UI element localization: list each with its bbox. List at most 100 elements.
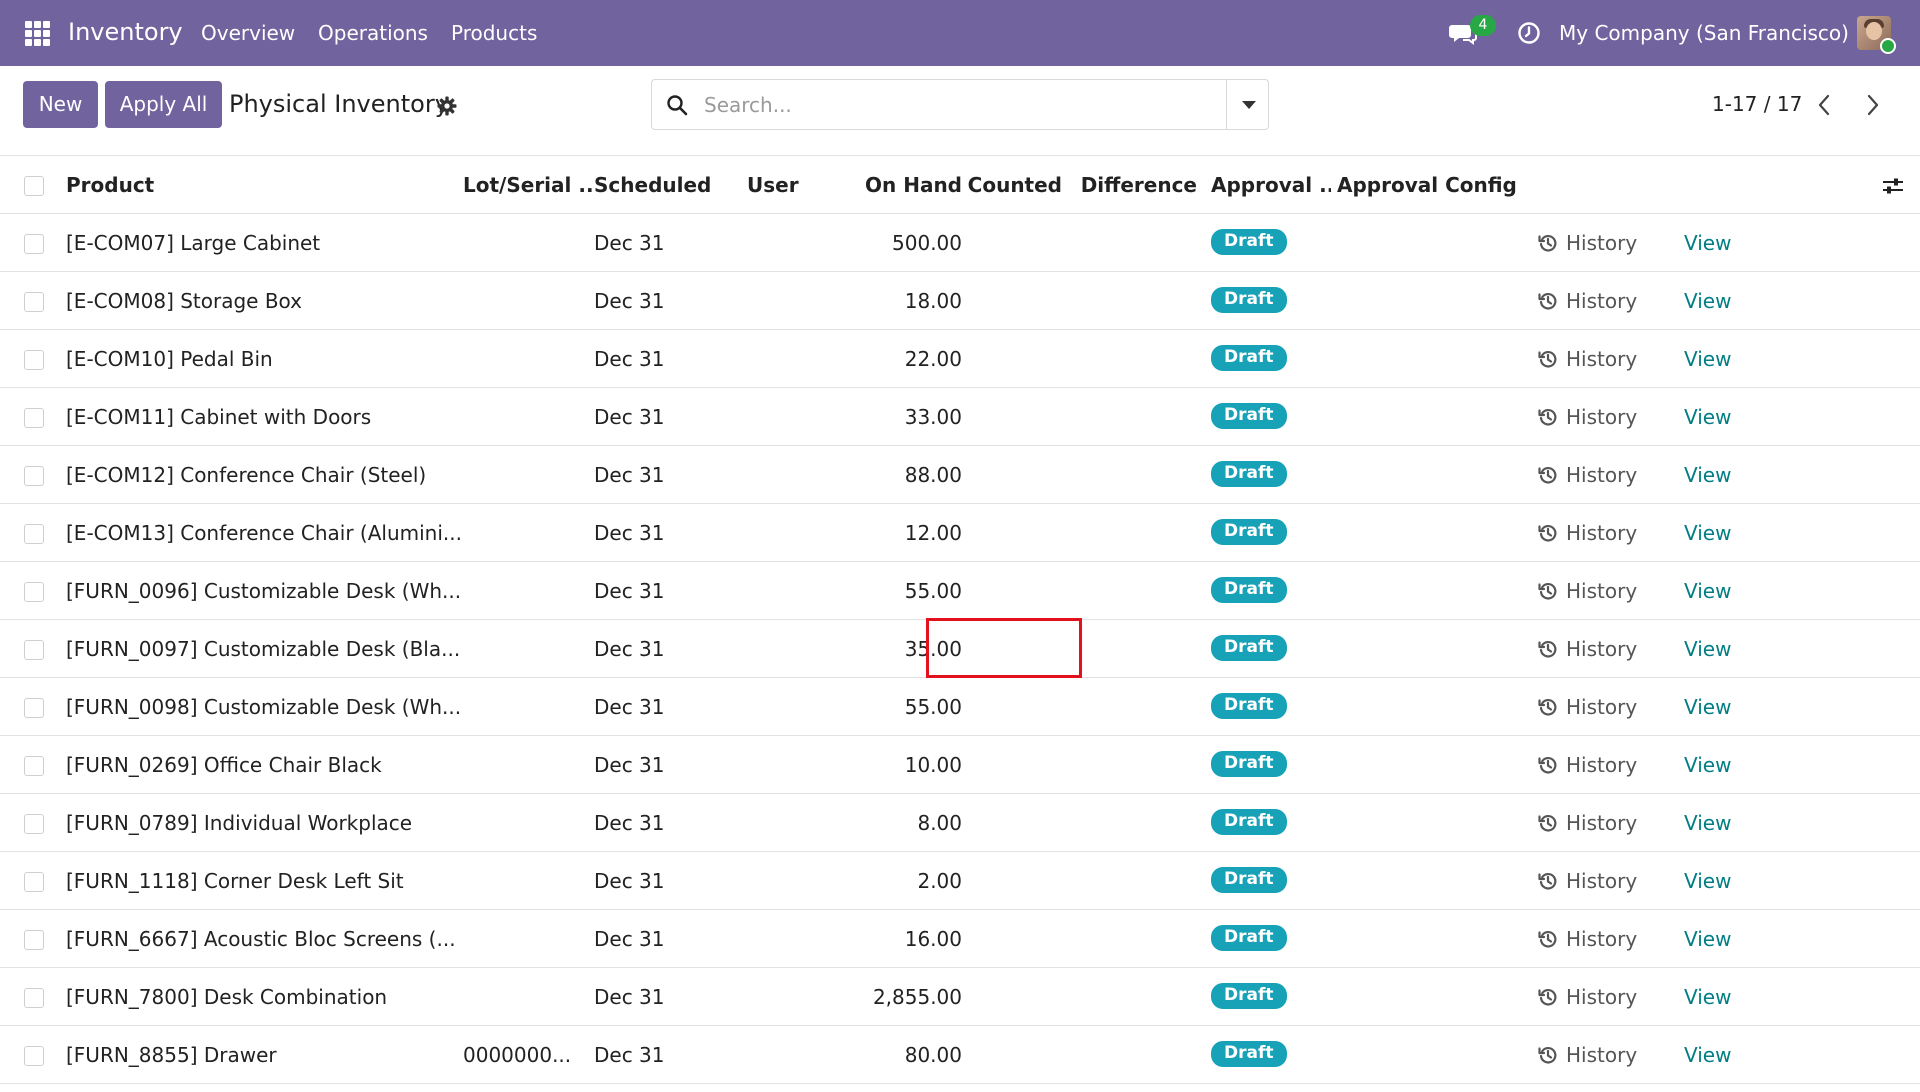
history-button[interactable]: History xyxy=(1538,637,1637,661)
table-row[interactable]: [E-COM10] Pedal Bin Dec 31 22.00 Draft H… xyxy=(0,329,1920,388)
product-cell[interactable]: [E-COM12] Conference Chair (Steel) xyxy=(66,445,463,504)
company-switcher[interactable]: My Company (San Francisco) xyxy=(1559,21,1849,45)
history-button[interactable]: History xyxy=(1538,985,1637,1009)
on-hand-cell[interactable]: 80.00 xyxy=(845,1025,962,1084)
lot-serial-cell[interactable] xyxy=(463,677,594,736)
counted-cell[interactable] xyxy=(962,793,1062,852)
menu-products[interactable]: Products xyxy=(451,21,537,45)
scheduled-cell[interactable]: Dec 31 xyxy=(594,793,747,852)
table-row[interactable]: [E-COM13] Conference Chair (Alumini... D… xyxy=(0,503,1920,562)
scheduled-cell[interactable]: Dec 31 xyxy=(594,387,747,446)
row-checkbox[interactable] xyxy=(24,234,44,254)
history-button[interactable]: History xyxy=(1538,579,1637,603)
user-cell[interactable] xyxy=(747,677,845,736)
menu-operations[interactable]: Operations xyxy=(318,21,428,45)
history-button[interactable]: History xyxy=(1538,695,1637,719)
view-button[interactable]: View xyxy=(1684,463,1731,487)
apply-all-button[interactable]: Apply All xyxy=(105,81,222,128)
table-row[interactable]: [FURN_0097] Customizable Desk (Bla... De… xyxy=(0,619,1920,678)
chevron-left-icon[interactable] xyxy=(1811,92,1839,118)
lot-serial-cell[interactable] xyxy=(463,619,594,678)
app-name[interactable]: Inventory xyxy=(68,18,183,46)
lot-serial-cell[interactable] xyxy=(463,387,594,446)
user-cell[interactable] xyxy=(747,619,845,678)
scheduled-cell[interactable]: Dec 31 xyxy=(594,619,747,678)
column-header-on-hand[interactable]: On Hand xyxy=(845,155,962,214)
table-row[interactable]: [FURN_0789] Individual Workplace Dec 31 … xyxy=(0,793,1920,852)
column-header-approval-state[interactable]: Approval ... xyxy=(1197,155,1331,214)
product-cell[interactable]: [FURN_1118] Corner Desk Left Sit xyxy=(66,851,463,910)
user-cell[interactable] xyxy=(747,793,845,852)
scheduled-cell[interactable]: Dec 31 xyxy=(594,909,747,968)
table-row[interactable]: [E-COM12] Conference Chair (Steel) Dec 3… xyxy=(0,445,1920,504)
lot-serial-cell[interactable] xyxy=(463,793,594,852)
product-cell[interactable]: [FURN_0789] Individual Workplace xyxy=(66,793,463,852)
view-button[interactable]: View xyxy=(1684,579,1731,603)
product-cell[interactable]: [E-COM10] Pedal Bin xyxy=(66,329,463,388)
on-hand-cell[interactable]: 55.00 xyxy=(845,677,962,736)
history-button[interactable]: History xyxy=(1538,927,1637,951)
lot-serial-cell[interactable] xyxy=(463,735,594,794)
view-button[interactable]: View xyxy=(1684,231,1731,255)
view-button[interactable]: View xyxy=(1684,289,1731,313)
row-checkbox[interactable] xyxy=(24,524,44,544)
on-hand-cell[interactable]: 2,855.00 xyxy=(845,967,962,1026)
table-row[interactable]: [FURN_7800] Desk Combination Dec 31 2,85… xyxy=(0,967,1920,1026)
view-button[interactable]: View xyxy=(1684,927,1731,951)
on-hand-cell[interactable]: 33.00 xyxy=(845,387,962,446)
history-button[interactable]: History xyxy=(1538,347,1637,371)
lot-serial-cell[interactable] xyxy=(463,967,594,1026)
menu-overview[interactable]: Overview xyxy=(201,21,295,45)
scheduled-cell[interactable]: Dec 31 xyxy=(594,967,747,1026)
on-hand-cell[interactable]: 2.00 xyxy=(845,851,962,910)
counted-cell[interactable] xyxy=(962,677,1062,736)
column-header-user[interactable]: User xyxy=(747,155,845,214)
history-button[interactable]: History xyxy=(1538,405,1637,429)
view-button[interactable]: View xyxy=(1684,637,1731,661)
history-button[interactable]: History xyxy=(1538,521,1637,545)
view-button[interactable]: View xyxy=(1684,811,1731,835)
scheduled-cell[interactable]: Dec 31 xyxy=(594,561,747,620)
history-button[interactable]: History xyxy=(1538,463,1637,487)
counted-cell[interactable] xyxy=(962,503,1062,562)
view-button[interactable]: View xyxy=(1684,347,1731,371)
row-checkbox[interactable] xyxy=(24,466,44,486)
table-row[interactable]: [FURN_6667] Acoustic Bloc Screens (... D… xyxy=(0,909,1920,968)
table-row[interactable]: [FURN_1118] Corner Desk Left Sit Dec 31 … xyxy=(0,851,1920,910)
row-checkbox[interactable] xyxy=(24,582,44,602)
scheduled-cell[interactable]: Dec 31 xyxy=(594,213,747,272)
row-checkbox[interactable] xyxy=(24,292,44,312)
table-row[interactable]: [FURN_0098] Customizable Desk (Wh... Dec… xyxy=(0,677,1920,736)
product-cell[interactable]: [E-COM08] Storage Box xyxy=(66,271,463,330)
table-row[interactable]: [FURN_0269] Office Chair Black Dec 31 10… xyxy=(0,735,1920,794)
counted-cell[interactable] xyxy=(962,445,1062,504)
lot-serial-cell[interactable] xyxy=(463,909,594,968)
counted-cell[interactable] xyxy=(962,561,1062,620)
view-button[interactable]: View xyxy=(1684,695,1731,719)
row-checkbox[interactable] xyxy=(24,698,44,718)
search-input[interactable] xyxy=(704,90,1204,120)
on-hand-cell[interactable]: 88.00 xyxy=(845,445,962,504)
optional-columns-icon[interactable] xyxy=(1882,176,1904,196)
product-cell[interactable]: [E-COM07] Large Cabinet xyxy=(66,213,463,272)
row-checkbox[interactable] xyxy=(24,872,44,892)
lot-serial-cell[interactable] xyxy=(463,503,594,562)
row-checkbox[interactable] xyxy=(24,350,44,370)
product-cell[interactable]: [FURN_0269] Office Chair Black xyxy=(66,735,463,794)
view-button[interactable]: View xyxy=(1684,869,1731,893)
on-hand-cell[interactable]: 22.00 xyxy=(845,329,962,388)
lot-serial-cell[interactable] xyxy=(463,445,594,504)
user-cell[interactable] xyxy=(747,445,845,504)
new-button[interactable]: New xyxy=(23,81,98,128)
scheduled-cell[interactable]: Dec 31 xyxy=(594,329,747,388)
apps-grid-icon[interactable] xyxy=(25,21,50,46)
row-checkbox[interactable] xyxy=(24,408,44,428)
caret-down-icon[interactable] xyxy=(1227,80,1269,129)
user-cell[interactable] xyxy=(747,735,845,794)
row-checkbox[interactable] xyxy=(24,1046,44,1066)
clock-icon[interactable] xyxy=(1517,21,1541,45)
table-row[interactable]: [E-COM08] Storage Box Dec 31 18.00 Draft… xyxy=(0,271,1920,330)
on-hand-cell[interactable]: 12.00 xyxy=(845,503,962,562)
product-cell[interactable]: [FURN_0098] Customizable Desk (Wh... xyxy=(66,677,463,736)
row-checkbox[interactable] xyxy=(24,640,44,660)
